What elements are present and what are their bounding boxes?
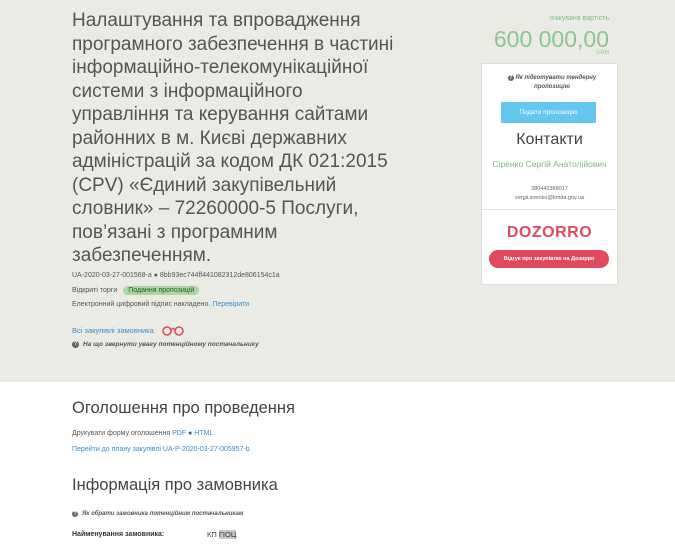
contact-name: Сіренко Сергій Анатолійович bbox=[492, 159, 607, 169]
question-icon: ? bbox=[72, 341, 79, 348]
question-icon: ? bbox=[507, 75, 514, 81]
buyer-name-highlight: ГІОЦ bbox=[218, 530, 237, 539]
buyer-name-value: КП ГІОЦ bbox=[207, 530, 237, 539]
action-card: ? Як підготувати тендерну пропозицію Под… bbox=[481, 63, 618, 285]
contact-phone: 380442388017 bbox=[531, 186, 568, 192]
buyer-name-label: Найменування замовника: bbox=[72, 531, 165, 538]
verify-signature-link[interactable]: Перевірити bbox=[212, 301, 249, 308]
print-html-link[interactable]: HTML bbox=[194, 430, 213, 437]
separator-dot: ● bbox=[188, 430, 193, 437]
choose-buyer-hint[interactable]: ? Як обрати замовника потенційним постач… bbox=[72, 511, 243, 517]
tender-id: UA-2020-03-27-001568-a ● 8bb93ec744ff441… bbox=[72, 272, 280, 279]
tender-status-row: Відкриті торги Подання пропозицій bbox=[72, 286, 200, 295]
status-badge: Подання пропозицій bbox=[123, 286, 200, 295]
prepare-offer-hint[interactable]: ? Як підготувати тендерну пропозицію bbox=[502, 74, 602, 92]
expected-cost-value: 600 000,00 bbox=[493, 26, 609, 52]
prepare-offer-hint-text: Як підготувати тендерну пропозицію bbox=[515, 75, 597, 90]
signature-text: Електронний цифровий підпис накладено. bbox=[72, 301, 211, 308]
choose-buyer-hint-text: Як обрати замовника потенційним постачал… bbox=[82, 511, 244, 517]
dozorro-logo[interactable]: DOZORRO bbox=[482, 224, 617, 242]
print-form-text: Друкувати форму оголошення bbox=[72, 430, 171, 437]
all-buyer-purchases-link[interactable]: Всі закупівлі замовника bbox=[72, 326, 154, 335]
cost-currency: UAH bbox=[596, 50, 609, 56]
buyer-info-title: Інформація про замовника bbox=[72, 476, 278, 494]
attention-hint[interactable]: ? На що звернути увагу потенційному пост… bbox=[72, 341, 259, 348]
announcement-title: Оголошення про проведення bbox=[72, 399, 295, 417]
question-icon: ? bbox=[72, 511, 78, 517]
procedure-type: Відкриті торги bbox=[72, 287, 118, 294]
attention-hint-text: На що звернути увагу потенційному постач… bbox=[83, 341, 259, 348]
expected-cost-label: очікувана вартість bbox=[549, 15, 609, 22]
signature-line: Електронний цифровий підпис накладено. П… bbox=[72, 301, 249, 308]
tender-title: Налаштування та впровадження програмного… bbox=[72, 10, 394, 266]
print-pdf-link[interactable]: PDF bbox=[172, 430, 186, 437]
dozorro-review-button[interactable]: Відгук про закупівлю на Дозорро bbox=[489, 250, 609, 268]
contact-email: sergii.sirenko@kmda.gov.ua bbox=[514, 195, 585, 201]
glasses-icon[interactable] bbox=[161, 324, 184, 336]
contacts-title: Контакти bbox=[516, 131, 583, 148]
divider bbox=[482, 209, 617, 210]
procurement-plan-link[interactable]: Перейти до плану закупівлі UA-P-2020-03-… bbox=[72, 446, 250, 453]
buyer-name-prefix: КП bbox=[207, 530, 217, 539]
buyer-purchases-row: Всі закупівлі замовника bbox=[72, 324, 184, 336]
print-form-line: Друкувати форму оголошення PDF ● HTML bbox=[72, 430, 213, 437]
submit-offer-button[interactable]: Подати пропозицію bbox=[501, 102, 596, 123]
